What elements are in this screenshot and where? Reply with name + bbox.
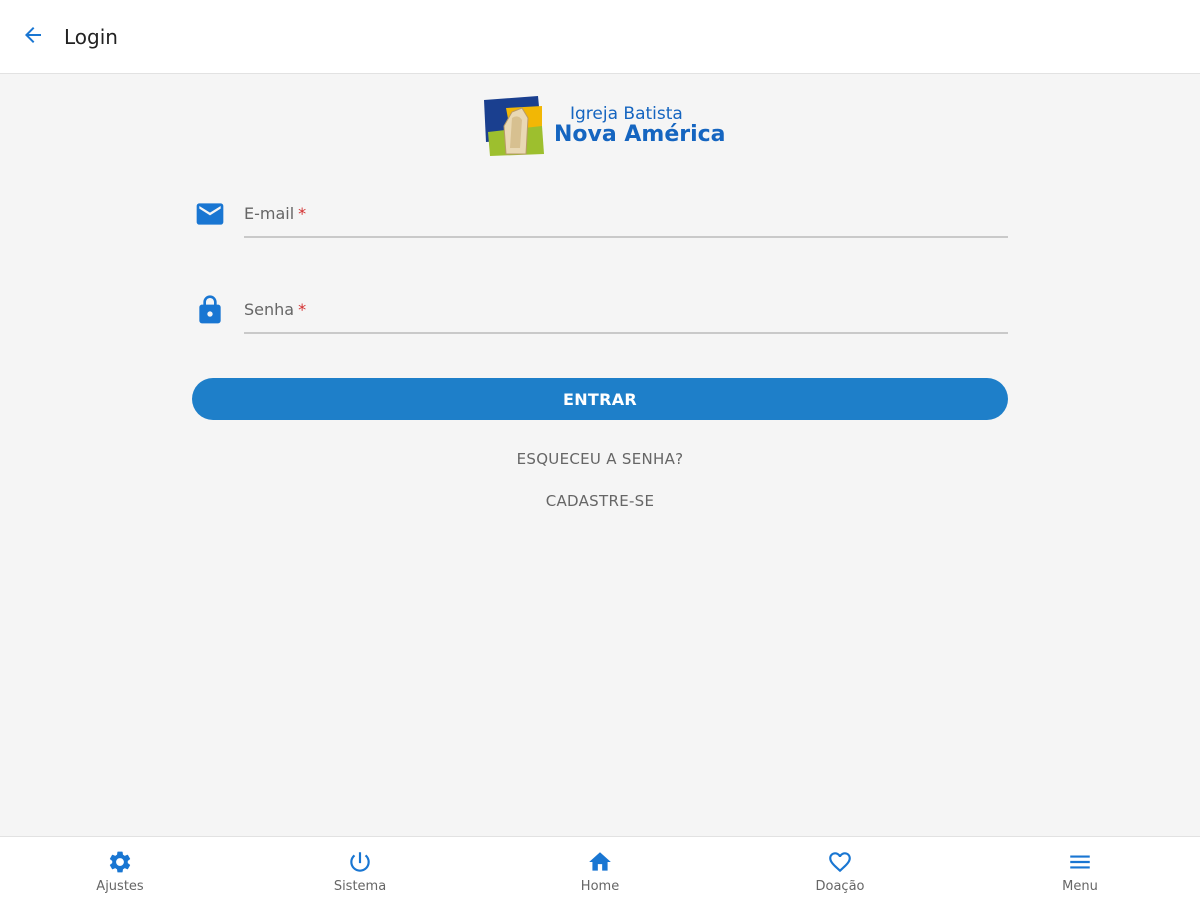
nav-item-sistema[interactable]: Sistema <box>240 837 480 900</box>
nav-label-menu: Menu <box>1062 879 1098 894</box>
back-button[interactable] <box>18 20 48 50</box>
church-logo: Igreja Batista Nova América <box>482 94 726 158</box>
nav-item-home[interactable]: Home <box>480 837 720 900</box>
power-icon <box>350 852 370 872</box>
register-link[interactable]: CADASTRE-SE <box>0 492 1200 510</box>
page-title: Login <box>64 25 118 49</box>
heart-icon <box>829 852 851 873</box>
logo-text-line1: Igreja Batista <box>570 104 683 124</box>
church-logo-mark <box>484 96 544 156</box>
email-field-group: E-mail * <box>192 190 1008 250</box>
nav-label-doacao: Doação <box>815 879 865 894</box>
arrow-back-icon <box>25 27 41 43</box>
nav-label-ajustes: Ajustes <box>96 879 144 894</box>
app-bar: Login <box>0 0 1200 74</box>
password-input[interactable] <box>244 298 1008 334</box>
forgot-password-link[interactable]: ESQUECEU A SENHA? <box>0 450 1200 468</box>
mail-icon <box>196 203 224 225</box>
password-field-group: Senha * <box>192 286 1008 346</box>
lock-icon <box>199 295 221 324</box>
nav-label-home: Home <box>580 879 620 894</box>
logo-text-line2: Nova América <box>554 122 726 147</box>
home-icon <box>589 852 611 871</box>
hamburger-menu-icon <box>1070 855 1090 869</box>
nav-label-sistema: Sistema <box>333 879 387 894</box>
login-button[interactable]: ENTRAR <box>192 378 1008 420</box>
nav-item-doacao[interactable]: Doação <box>720 837 960 900</box>
bottom-navigation: Ajustes Sistema Home Doação Menu <box>0 836 1200 900</box>
email-input[interactable] <box>244 202 1008 238</box>
nav-item-ajustes[interactable]: Ajustes <box>0 837 240 900</box>
gear-icon <box>109 851 131 873</box>
nav-item-menu[interactable]: Menu <box>960 837 1200 900</box>
